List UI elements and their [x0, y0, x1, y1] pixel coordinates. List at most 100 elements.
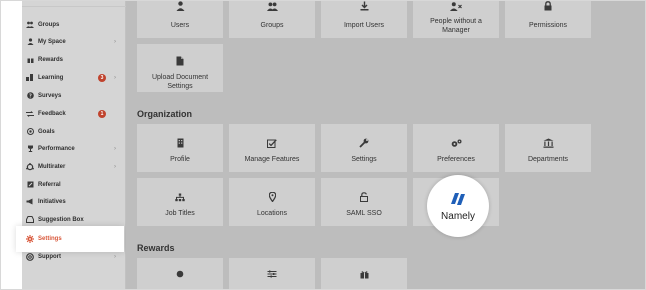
user-x-icon	[450, 0, 462, 13]
chevron-right-icon: ›	[114, 38, 116, 45]
section-title-rewards: Rewards	[137, 243, 175, 253]
sidebar-item-rewards[interactable]: Rewards	[22, 51, 126, 68]
map-pin-icon	[268, 190, 276, 204]
chevron-right-icon: ›	[114, 163, 116, 170]
tile-users[interactable]: Users	[137, 0, 223, 38]
trophy-icon	[22, 145, 38, 152]
tile-label: Users	[170, 22, 190, 29]
sidebar-item-label: Support	[38, 253, 61, 260]
sidebar-item-label: Initiatives	[38, 198, 66, 205]
tile-groups[interactable]: Groups	[229, 0, 315, 38]
sidebar-item-label: Rewards	[38, 56, 64, 63]
sidebar-item-label: Groups	[38, 21, 60, 28]
svg-text:?: ?	[29, 94, 32, 100]
sidebar-item-support[interactable]: Support ›	[22, 248, 126, 265]
sidebar-item-label: Suggestion Box	[38, 216, 84, 223]
tile-label: Job Titles	[165, 210, 195, 217]
users-icon	[266, 0, 278, 13]
unlock-icon	[360, 190, 368, 204]
tile-label: Settings	[351, 156, 377, 163]
tile-manage-features[interactable]: Manage Features	[229, 124, 315, 172]
tile-label: People without a Manager	[430, 18, 482, 34]
tile-label: Import Users	[343, 22, 385, 29]
sidebar-item-label: Goals	[38, 128, 55, 135]
tile-label: Preferences	[437, 156, 475, 163]
sliders-icon	[267, 267, 277, 281]
chevron-right-icon: ›	[114, 253, 116, 260]
sidebar-item-multirater[interactable]: Multirater ›	[22, 158, 126, 175]
person-icon	[22, 38, 38, 45]
tile-rewards-1[interactable]	[137, 258, 223, 290]
divider	[22, 6, 126, 7]
tile-label: Profile	[170, 156, 190, 163]
question-icon: ?	[22, 92, 38, 99]
tile-rewards-3[interactable]	[321, 258, 407, 290]
settings-main: Users Groups Import Users People without…	[126, 0, 646, 290]
namely-label: Namely	[441, 210, 475, 222]
section-title-organization: Organization	[137, 109, 193, 119]
tile-label: Locations	[257, 210, 287, 217]
app-frame: Groups My Space › Rewards Learning 3 › ?…	[0, 0, 646, 290]
sidebar-item-label: Settings	[38, 236, 62, 242]
namely-integration-button[interactable]: Namely	[427, 175, 489, 237]
tile-locations[interactable]: Locations	[229, 178, 315, 226]
import-icon	[360, 0, 369, 13]
sidebar-item-performance[interactable]: Performance ›	[22, 140, 126, 157]
gift-icon	[360, 267, 369, 281]
tile-org-settings[interactable]: Settings	[321, 124, 407, 172]
tile-label: Manage Features	[244, 156, 300, 163]
tile-label: Upload Document Settings	[151, 74, 209, 90]
tile-rewards-2[interactable]	[229, 258, 315, 290]
sidebar-item-label: My Space	[38, 38, 66, 45]
sidebar-item-groups[interactable]: Groups	[22, 16, 126, 33]
namely-logo-icon	[451, 192, 465, 205]
megaphone-icon	[22, 198, 38, 205]
notification-badge: 1	[98, 109, 106, 118]
lock-icon	[544, 0, 552, 13]
tile-saml-sso[interactable]: SAML SSO	[321, 178, 407, 226]
sidebar-item-feedback[interactable]: Feedback 1	[22, 105, 126, 122]
users-icon	[22, 21, 38, 28]
sidebar-item-initiatives[interactable]: Initiatives	[22, 193, 126, 210]
sidebar-item-referral[interactable]: Referral	[22, 176, 126, 193]
target-icon	[22, 128, 38, 135]
wrench-icon	[359, 136, 369, 150]
feedback-icon	[22, 110, 38, 117]
tile-departments[interactable]: Departments	[505, 124, 591, 172]
circle-icon	[176, 267, 184, 281]
tile-label: SAML SSO	[346, 210, 382, 217]
sidebar-item-learning[interactable]: Learning 3 ›	[22, 69, 126, 86]
notification-badge: 3	[98, 73, 106, 82]
sidebar-item-my-space[interactable]: My Space ›	[22, 33, 126, 50]
referral-icon	[22, 181, 38, 188]
gear-icon	[22, 235, 38, 243]
institution-icon	[543, 136, 554, 150]
sidebar-item-goals[interactable]: Goals	[22, 123, 126, 140]
lifebuoy-icon	[22, 252, 38, 261]
sidebar-item-surveys[interactable]: ? Surveys	[22, 87, 126, 104]
tile-job-titles[interactable]: Job Titles	[137, 178, 223, 226]
gears-icon	[451, 136, 462, 150]
chevron-right-icon: ›	[114, 74, 116, 81]
document-icon	[176, 54, 184, 68]
tile-preferences[interactable]: Preferences	[413, 124, 499, 172]
tile-permissions[interactable]: Permissions	[505, 0, 591, 38]
sidebar: Groups My Space › Rewards Learning 3 › ?…	[16, 0, 126, 290]
tile-label: Permissions	[528, 22, 568, 29]
sidebar-item-label: Learning	[38, 74, 64, 81]
sidebar-item-label: Surveys	[38, 92, 62, 99]
sidebar-item-label: Feedback	[38, 110, 66, 117]
tile-upload-document-settings[interactable]: Upload Document Settings	[137, 44, 223, 92]
tile-label: Departments	[527, 156, 569, 163]
tile-profile[interactable]: Profile	[137, 124, 223, 172]
sidebar-item-label: Multirater	[38, 163, 66, 170]
multirater-icon	[22, 162, 38, 171]
learning-icon	[22, 74, 38, 81]
sidebar-item-label: Referral	[38, 181, 61, 188]
gift-icon	[22, 56, 38, 63]
building-icon	[177, 136, 184, 150]
inbox-icon	[22, 216, 38, 223]
tile-import-users[interactable]: Import Users	[321, 0, 407, 38]
chevron-right-icon: ›	[114, 145, 116, 152]
tile-people-without-manager[interactable]: People without a Manager	[413, 0, 499, 38]
